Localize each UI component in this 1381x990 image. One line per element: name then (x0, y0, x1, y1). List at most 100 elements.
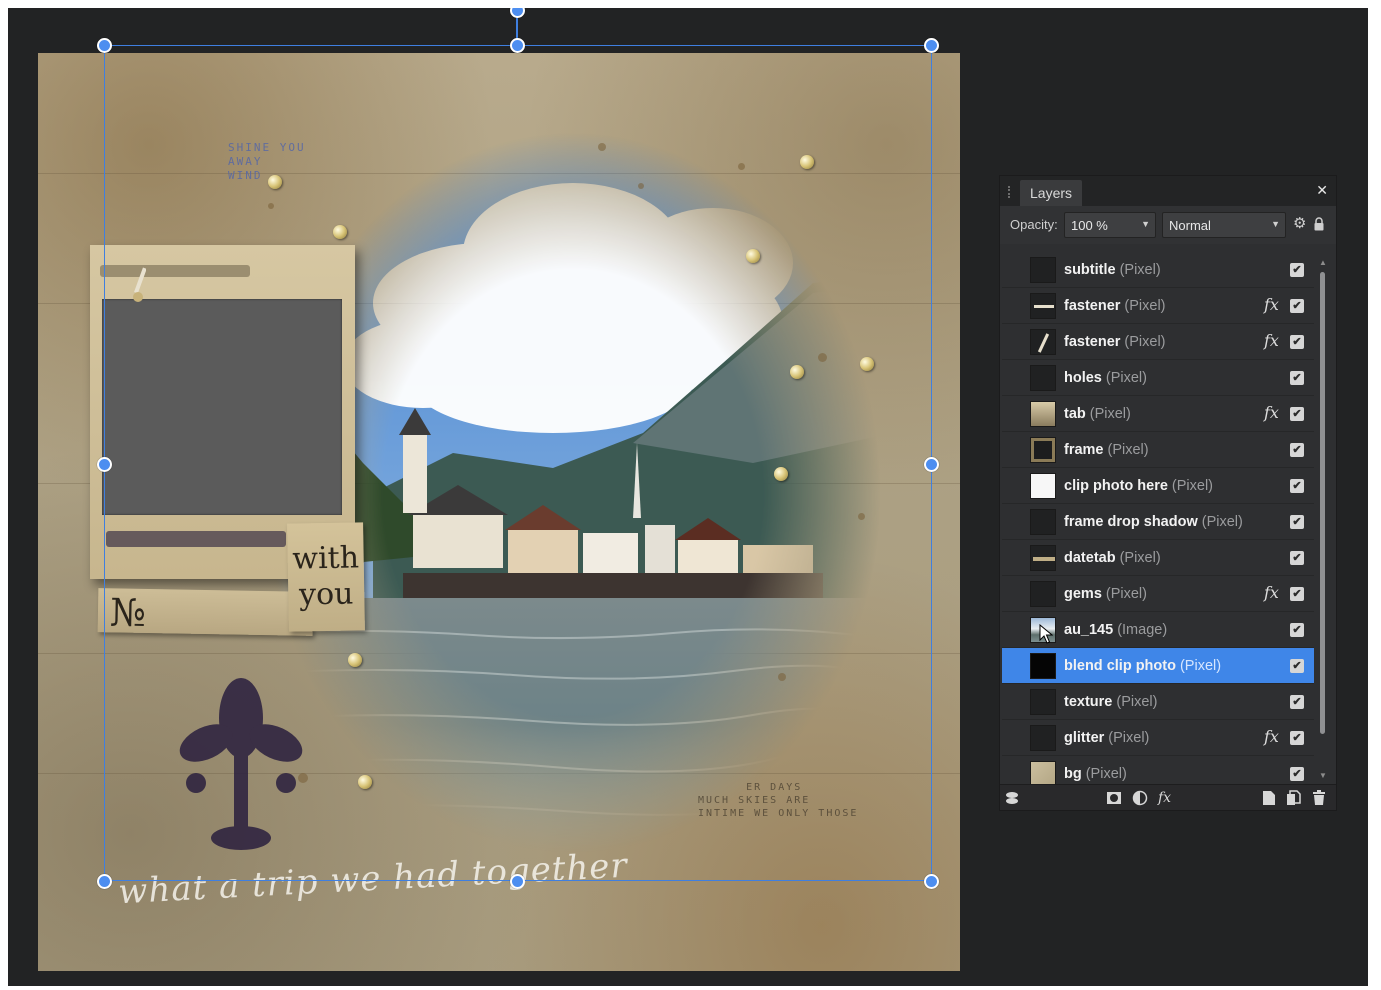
resize-handle-bottom-right[interactable] (924, 874, 939, 889)
layer-thumbnail[interactable] (1030, 509, 1056, 535)
resize-handle-bottom-left[interactable] (97, 874, 112, 889)
layer-thumbnail[interactable] (1030, 293, 1056, 319)
layer-thumbnail[interactable] (1030, 329, 1056, 355)
fx-icon[interactable]: fx (1264, 584, 1279, 602)
visibility-checkbox[interactable]: ✔ (1290, 623, 1304, 637)
visibility-checkbox[interactable]: ✔ (1290, 371, 1304, 385)
visibility-checkbox[interactable]: ✔ (1290, 479, 1304, 493)
layer-thumbnail[interactable] (1030, 401, 1056, 427)
layer-thumbnail[interactable] (1030, 545, 1056, 571)
layer-row[interactable]: gems (Pixel) fx ✔ (1002, 576, 1314, 612)
layer-row[interactable]: fastener (Pixel) fx ✔ (1002, 288, 1314, 324)
layer-row[interactable]: subtitle (Pixel) ✔ (1002, 252, 1314, 288)
layer-name: bg (1064, 766, 1082, 782)
layer-label: holes (Pixel) (1064, 360, 1147, 396)
gem (774, 467, 788, 481)
adjustment-icon[interactable] (1132, 790, 1148, 806)
grip-icon[interactable] (1008, 186, 1012, 198)
close-icon[interactable]: ✕ (1316, 182, 1328, 198)
lock-icon[interactable] (1314, 217, 1324, 231)
chevron-down-icon[interactable]: ▼ (1141, 219, 1150, 229)
layer-thumbnail[interactable] (1030, 437, 1056, 463)
layer-row[interactable]: glitter (Pixel) fx ✔ (1002, 720, 1314, 756)
layer-thumbnail[interactable] (1030, 725, 1056, 751)
opacity-field[interactable]: 100 % ▼ (1064, 212, 1156, 238)
tab-layers[interactable]: Layers (1020, 180, 1083, 206)
layer-label: tab (Pixel) (1064, 396, 1131, 432)
flourish-ornament (179, 678, 303, 850)
resize-handle-top-right[interactable] (924, 38, 939, 53)
layer-name: blend clip photo (1064, 658, 1176, 674)
mask-icon[interactable] (1106, 790, 1122, 806)
new-layer-icon[interactable] (1262, 790, 1276, 806)
layer-name: glitter (1064, 730, 1105, 746)
visibility-checkbox[interactable]: ✔ (1290, 551, 1304, 565)
scrollbar[interactable]: ▲ ▼ (1318, 258, 1328, 780)
resize-handle-left[interactable] (97, 457, 112, 472)
layer-thumbnail[interactable] (1030, 617, 1056, 643)
layer-type: (Pixel) (1119, 550, 1161, 566)
tag-text: you (298, 576, 354, 613)
frame-holes (100, 265, 250, 277)
gem (348, 653, 362, 667)
layer-label: datetab (Pixel) (1064, 540, 1161, 576)
layer-row[interactable]: texture (Pixel) ✔ (1002, 684, 1314, 720)
visibility-checkbox[interactable]: ✔ (1290, 263, 1304, 277)
visibility-checkbox[interactable]: ✔ (1290, 695, 1304, 709)
layer-row[interactable]: blend clip photo (Pixel) ✔ (1002, 648, 1314, 684)
rotate-handle[interactable] (510, 8, 525, 18)
visibility-checkbox[interactable]: ✔ (1290, 659, 1304, 673)
layer-row[interactable]: tab (Pixel) fx ✔ (1002, 396, 1314, 432)
scroll-down-icon[interactable]: ▼ (1319, 771, 1327, 780)
layer-type: (Pixel) (1119, 262, 1161, 278)
fastener-icon (133, 267, 146, 302)
gear-icon[interactable]: ⚙ (1293, 216, 1306, 232)
resize-handle-top[interactable] (510, 38, 525, 53)
visibility-checkbox[interactable]: ✔ (1290, 443, 1304, 457)
visibility-checkbox[interactable]: ✔ (1290, 731, 1304, 745)
visibility-checkbox[interactable]: ✔ (1290, 515, 1304, 529)
layer-thumbnail[interactable] (1030, 653, 1056, 679)
resize-handle-right[interactable] (924, 457, 939, 472)
scroll-up-icon[interactable]: ▲ (1319, 258, 1327, 267)
duplicate-layer-icon[interactable] (1286, 790, 1302, 806)
visibility-checkbox[interactable]: ✔ (1290, 407, 1304, 421)
workspace[interactable]: SHINE YOU AWAY WIND ER DAYS MUCH SKIES A… (8, 8, 1368, 986)
gem (333, 225, 347, 239)
visibility-checkbox[interactable]: ✔ (1290, 587, 1304, 601)
document-canvas[interactable]: SHINE YOU AWAY WIND ER DAYS MUCH SKIES A… (38, 53, 960, 971)
layer-name: fastener (1064, 298, 1121, 314)
layer-thumbnail[interactable] (1030, 257, 1056, 283)
clip-photo-placeholder[interactable] (102, 299, 342, 515)
layer-row[interactable]: datetab (Pixel) ✔ (1002, 540, 1314, 576)
fx-icon[interactable]: fx (1264, 296, 1279, 314)
layer-row[interactable]: clip photo here (Pixel) ✔ (1002, 468, 1314, 504)
fx-icon[interactable]: fx (1158, 790, 1171, 806)
layer-label: au_145 (Image) (1064, 612, 1167, 648)
resize-handle-top-left[interactable] (97, 38, 112, 53)
layer-row[interactable]: holes (Pixel) ✔ (1002, 360, 1314, 396)
layer-thumbnail[interactable] (1030, 473, 1056, 499)
layer-name: subtitle (1064, 262, 1116, 278)
layer-row[interactable]: frame drop shadow (Pixel) ✔ (1002, 504, 1314, 540)
fx-icon[interactable]: fx (1264, 404, 1279, 422)
fx-icon[interactable]: fx (1264, 332, 1279, 350)
fx-icon[interactable]: fx (1264, 728, 1279, 746)
layer-thumbnail[interactable] (1030, 689, 1056, 715)
layer-label: clip photo here (Pixel) (1064, 468, 1213, 504)
trash-icon[interactable] (1312, 790, 1326, 806)
layer-thumbnail[interactable] (1030, 581, 1056, 607)
layer-row[interactable]: au_145 (Image) ✔ (1002, 612, 1314, 648)
blend-mode-value: Normal (1169, 218, 1211, 233)
layer-row[interactable]: frame (Pixel) ✔ (1002, 432, 1314, 468)
layer-thumbnail[interactable] (1030, 365, 1056, 391)
visibility-checkbox[interactable]: ✔ (1290, 767, 1304, 781)
blend-mode-select[interactable]: Normal ▼ (1162, 212, 1286, 238)
chevron-down-icon[interactable]: ▼ (1271, 219, 1280, 229)
visibility-checkbox[interactable]: ✔ (1290, 299, 1304, 313)
scroll-thumb[interactable] (1320, 272, 1325, 734)
layer-row[interactable]: fastener (Pixel) fx ✔ (1002, 324, 1314, 360)
resize-handle-bottom[interactable] (510, 874, 525, 889)
visibility-checkbox[interactable]: ✔ (1290, 335, 1304, 349)
layer-options-icon[interactable] (1004, 790, 1020, 806)
